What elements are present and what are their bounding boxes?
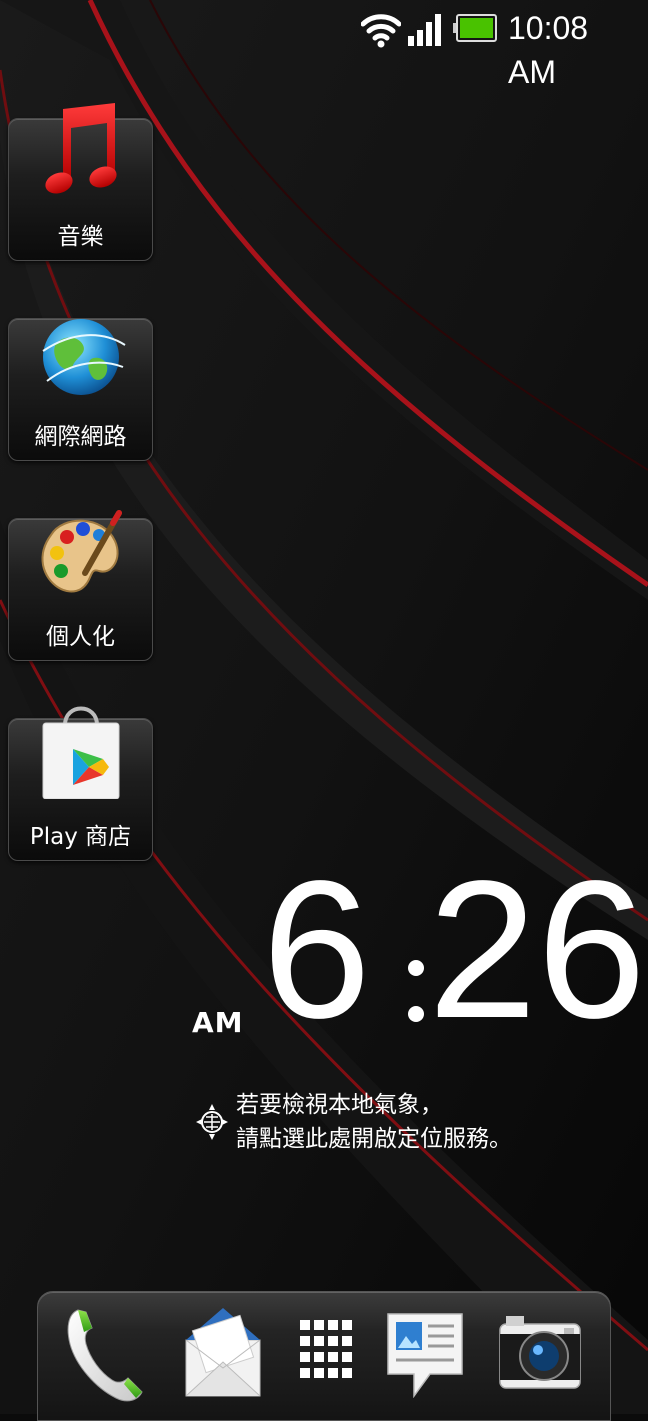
status-bar[interactable]: 10:08 AM [0, 0, 648, 90]
app-label: 個人化 [46, 624, 115, 650]
palette-icon [41, 510, 122, 593]
globe-icon [42, 319, 126, 395]
gps-icon [196, 1104, 228, 1140]
wifi-icon [361, 14, 401, 48]
messages-icon[interactable] [386, 1312, 464, 1398]
app-personalize[interactable]: 個人化 [8, 510, 153, 661]
phone-icon[interactable] [66, 1304, 150, 1404]
clock-hour: 6 [262, 840, 372, 1059]
music-note-icon [45, 103, 117, 194]
dock [37, 1291, 611, 1421]
all-apps-icon[interactable] [298, 1318, 354, 1384]
status-time: 10:08 AM [508, 10, 589, 90]
app-label: Play 商店 [29, 824, 132, 850]
app-label: 網際網路 [34, 424, 127, 450]
weather-location-prompt[interactable]: 若要檢視本地氣象， 請點選此處開啟定位服務。 [192, 1088, 632, 1158]
app-music[interactable]: 音樂 [8, 103, 153, 261]
app-internet[interactable]: 網際網路 [8, 318, 153, 461]
signal-icon [408, 14, 441, 46]
clock-colon [404, 960, 428, 1024]
mail-icon[interactable] [184, 1306, 262, 1400]
play-store-bag-icon [42, 706, 120, 799]
camera-icon[interactable] [498, 1312, 582, 1392]
clock-ampm: AM [192, 1006, 244, 1039]
battery-icon [453, 14, 497, 42]
weather-line-2: 請點選此處開啟定位服務。 [236, 1126, 512, 1152]
clock-minutes: 26 [428, 840, 647, 1059]
weather-line-1: 若要檢視本地氣象， [236, 1092, 443, 1118]
app-label: 音樂 [57, 224, 104, 250]
app-play-store[interactable]: Play 商店 [8, 706, 153, 861]
